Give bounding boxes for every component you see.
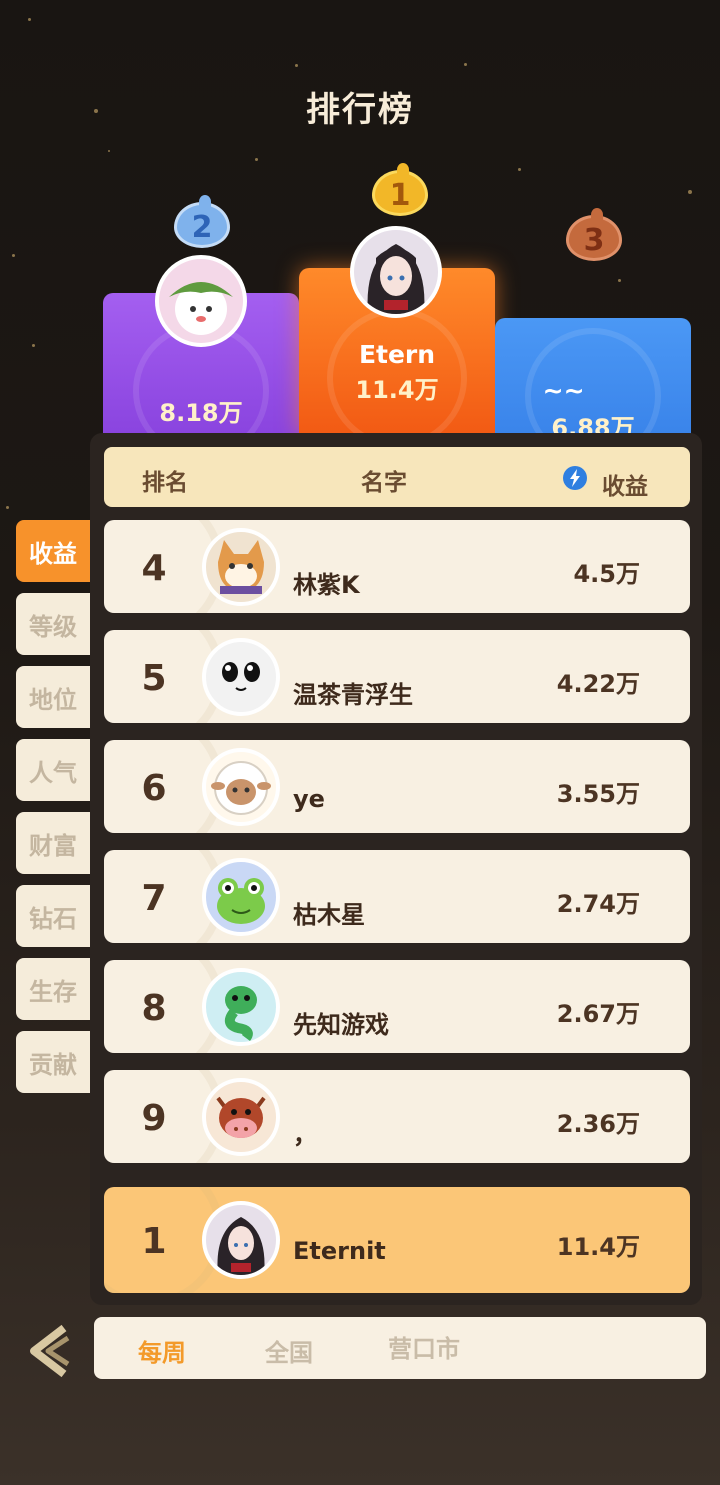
header-name: 名字: [361, 470, 407, 496]
anime-girl-icon: [202, 1201, 280, 1279]
row-rank: 8: [141, 988, 167, 1029]
tab-city[interactable]: 营口市: [388, 1329, 460, 1364]
table-header: 排名 名字 收益: [104, 447, 690, 507]
snake-icon: [202, 968, 280, 1046]
tab-weekly[interactable]: 每周: [138, 1333, 186, 1368]
table-row[interactable]: 8 先知游戏 2.67万: [104, 960, 690, 1053]
row-name: 林紫K: [293, 571, 360, 599]
cow-icon: [202, 1078, 280, 1156]
back-arrow-icon[interactable]: [24, 1322, 74, 1380]
avatar-anime-girl-icon[interactable]: [350, 226, 442, 318]
tab-survival[interactable]: 生存: [16, 958, 90, 1020]
table-row[interactable]: 5 温茶青浮生 4.22万: [104, 630, 690, 723]
range-tabs: 每周 全国 营口市: [94, 1317, 706, 1379]
white-blob-face-icon: [202, 638, 280, 716]
shiba-dog-icon: [202, 528, 280, 606]
avatar-green-leaf-icon[interactable]: [155, 255, 247, 347]
tab-national[interactable]: 全国: [265, 1333, 313, 1368]
tab-level[interactable]: 等级: [16, 593, 90, 655]
row-score: 4.5万: [573, 560, 640, 588]
header-score: 收益: [602, 474, 648, 500]
table-row[interactable]: 9 ， 2.36万: [104, 1070, 690, 1163]
row-name: 枯木星: [293, 901, 365, 929]
row-rank: 9: [141, 1098, 167, 1139]
lightning-icon: [563, 466, 587, 490]
my-rank-row[interactable]: 1 Eternit 11.4万: [104, 1187, 690, 1293]
row-score: 2.36万: [556, 1110, 640, 1138]
podium-first-score: 11.4万: [355, 376, 439, 404]
row-name: ye: [293, 785, 325, 813]
table-row[interactable]: 4 林紫K 4.5万: [104, 520, 690, 613]
header-rank: 排名: [142, 470, 188, 496]
row-score: 2.74万: [556, 890, 640, 918]
podium-third-name: ~~: [542, 376, 585, 405]
row-name: 先知游戏: [293, 1011, 389, 1039]
tab-popularity[interactable]: 人气: [16, 739, 90, 801]
table-row[interactable]: 6 ye 3.55万: [104, 740, 690, 833]
tab-contribution[interactable]: 贡献: [16, 1031, 90, 1093]
tab-income[interactable]: 收益: [16, 520, 90, 582]
sheep-icon: [202, 748, 280, 826]
row-name: 温茶青浮生: [293, 681, 413, 709]
podium-third-score: 6.88万: [551, 414, 635, 435]
row-rank: 7: [141, 878, 167, 919]
gold-medal-icon: 1: [372, 163, 428, 216]
row-score: 4.22万: [556, 670, 640, 698]
silver-medal-icon: 2: [174, 195, 230, 248]
row-rank: 5: [141, 658, 167, 699]
row-rank: 6: [141, 768, 167, 809]
row-name: Eternit: [293, 1237, 386, 1265]
row-name: ，: [293, 1121, 317, 1149]
table-row[interactable]: 7 枯木星 2.74万: [104, 850, 690, 943]
tab-status[interactable]: 地位: [16, 666, 90, 728]
podium-second-score: 8.18万: [159, 399, 243, 427]
tab-diamond[interactable]: 钻石: [16, 885, 90, 947]
row-score: 11.4万: [556, 1233, 640, 1261]
row-rank: 4: [141, 548, 167, 589]
tab-wealth[interactable]: 财富: [16, 812, 90, 874]
podium-third[interactable]: ~~ 6.88万: [495, 318, 691, 435]
bronze-medal-icon: 3: [566, 208, 622, 261]
podium-first-name: Etern: [358, 340, 436, 369]
row-rank: 1: [141, 1221, 167, 1262]
page-title: 排行榜: [306, 90, 414, 130]
row-score: 3.55万: [556, 780, 640, 808]
row-score: 2.67万: [556, 1000, 640, 1028]
frog-icon: [202, 858, 280, 936]
